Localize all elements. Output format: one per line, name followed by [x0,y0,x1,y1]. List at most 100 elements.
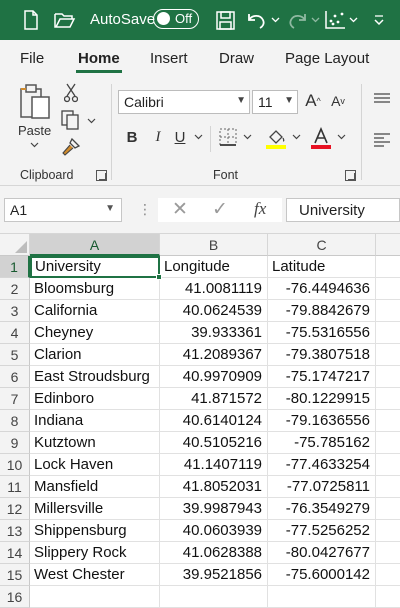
table-cell[interactable] [160,586,268,608]
undo-dropdown-icon[interactable] [269,8,281,32]
row-header[interactable]: 2 [0,278,30,300]
table-cell[interactable]: -76.4494636 [268,278,376,300]
chart-dropdown-icon[interactable] [347,8,359,32]
table-cell[interactable] [376,410,400,432]
formula-input[interactable]: University [286,198,400,222]
table-cell[interactable]: -76.3549279 [268,498,376,520]
active-cell[interactable]: University [30,256,160,278]
insert-function-button[interactable]: fx [254,199,266,219]
paste-icon[interactable] [16,82,54,122]
table-cell[interactable]: Slippery Rock [30,542,160,564]
table-cell[interactable]: Millersville [30,498,160,520]
font-launcher-icon[interactable] [345,170,356,181]
table-cell[interactable]: Cheyney [30,322,160,344]
table-cell[interactable] [268,586,376,608]
borders-dropdown-icon[interactable] [242,132,252,142]
table-cell[interactable]: 41.2089367 [160,344,268,366]
table-cell[interactable]: Longitude [160,256,268,278]
customize-chevron-icon[interactable] [370,8,388,32]
table-cell[interactable] [376,432,400,454]
redo-dropdown-icon[interactable] [309,8,321,32]
column-header-a[interactable]: A [30,234,160,256]
table-cell[interactable]: California [30,300,160,322]
table-cell[interactable]: Mansfield [30,476,160,498]
fill-color-icon[interactable] [264,126,288,150]
row-header[interactable]: 1 [0,256,30,278]
table-cell[interactable] [376,344,400,366]
row-header[interactable]: 10 [0,454,30,476]
table-cell[interactable]: 39.933361 [160,322,268,344]
table-cell[interactable]: -79.8842679 [268,300,376,322]
table-cell[interactable]: 39.9987943 [160,498,268,520]
underline-button[interactable]: U [174,126,186,148]
table-cell[interactable] [376,278,400,300]
row-header[interactable]: 8 [0,410,30,432]
chart-icon[interactable] [322,8,348,32]
align-top-icon[interactable] [372,92,392,108]
fill-color-dropdown-icon[interactable] [291,132,301,142]
confirm-entry-icon[interactable]: ✓ [212,198,228,221]
align-left-icon[interactable] [372,132,392,148]
tab-file[interactable]: File [20,50,44,67]
table-cell[interactable] [376,322,400,344]
row-header[interactable]: 4 [0,322,30,344]
row-header[interactable]: 16 [0,586,30,608]
column-header-d[interactable] [376,234,400,256]
paste-label[interactable]: Paste [18,123,51,138]
select-all-corner[interactable] [0,234,30,256]
table-cell[interactable]: Kutztown [30,432,160,454]
bold-button[interactable]: B [126,126,138,148]
table-cell[interactable] [376,388,400,410]
row-header[interactable]: 9 [0,432,30,454]
decrease-font-size-icon[interactable]: Av [328,90,348,112]
row-header[interactable]: 11 [0,476,30,498]
table-cell[interactable]: 39.9521856 [160,564,268,586]
table-cell[interactable]: Shippensburg [30,520,160,542]
table-cell[interactable]: Edinboro [30,388,160,410]
table-cell[interactable]: 41.0081119 [160,278,268,300]
table-cell[interactable]: Latitude [268,256,376,278]
cut-icon[interactable] [62,82,80,104]
table-cell[interactable]: -77.0725811 [268,476,376,498]
table-cell[interactable]: 40.0603939 [160,520,268,542]
copy-icon[interactable] [60,109,80,131]
copy-dropdown-icon[interactable] [86,116,96,126]
tab-draw[interactable]: Draw [219,50,254,67]
table-cell[interactable]: 41.0628388 [160,542,268,564]
tab-insert[interactable]: Insert [150,50,188,67]
tab-home[interactable]: Home [78,50,120,67]
new-file-icon[interactable] [20,8,42,32]
cancel-entry-icon[interactable]: ✕ [172,198,188,221]
save-icon[interactable] [212,8,238,32]
table-cell[interactable]: 40.6140124 [160,410,268,432]
undo-icon[interactable] [244,8,270,32]
table-cell[interactable]: 41.1407119 [160,454,268,476]
borders-icon[interactable] [218,127,238,147]
table-cell[interactable]: 40.0624539 [160,300,268,322]
underline-dropdown-icon[interactable] [193,132,203,142]
autosave-toggle[interactable]: Off [153,9,199,29]
table-cell[interactable]: -75.6000142 [268,564,376,586]
row-header[interactable]: 3 [0,300,30,322]
table-cell[interactable] [376,366,400,388]
table-cell[interactable] [376,476,400,498]
table-cell[interactable] [376,520,400,542]
table-cell[interactable]: -75.5316556 [268,322,376,344]
formula-bar-grip-icon[interactable]: ⋮ [138,201,152,218]
column-header-b[interactable]: B [160,234,268,256]
row-header[interactable]: 5 [0,344,30,366]
table-cell[interactable] [376,542,400,564]
table-cell[interactable]: 40.9970909 [160,366,268,388]
row-header[interactable]: 12 [0,498,30,520]
table-cell[interactable] [376,454,400,476]
table-cell[interactable] [376,564,400,586]
table-cell[interactable] [376,300,400,322]
table-cell[interactable]: Bloomsburg [30,278,160,300]
row-header[interactable]: 13 [0,520,30,542]
column-header-c[interactable]: C [268,234,376,256]
table-cell[interactable] [376,586,400,608]
table-cell[interactable]: -75.785162 [268,432,376,454]
table-cell[interactable] [376,256,400,278]
table-cell[interactable]: -75.1747217 [268,366,376,388]
redo-icon[interactable] [284,8,310,32]
